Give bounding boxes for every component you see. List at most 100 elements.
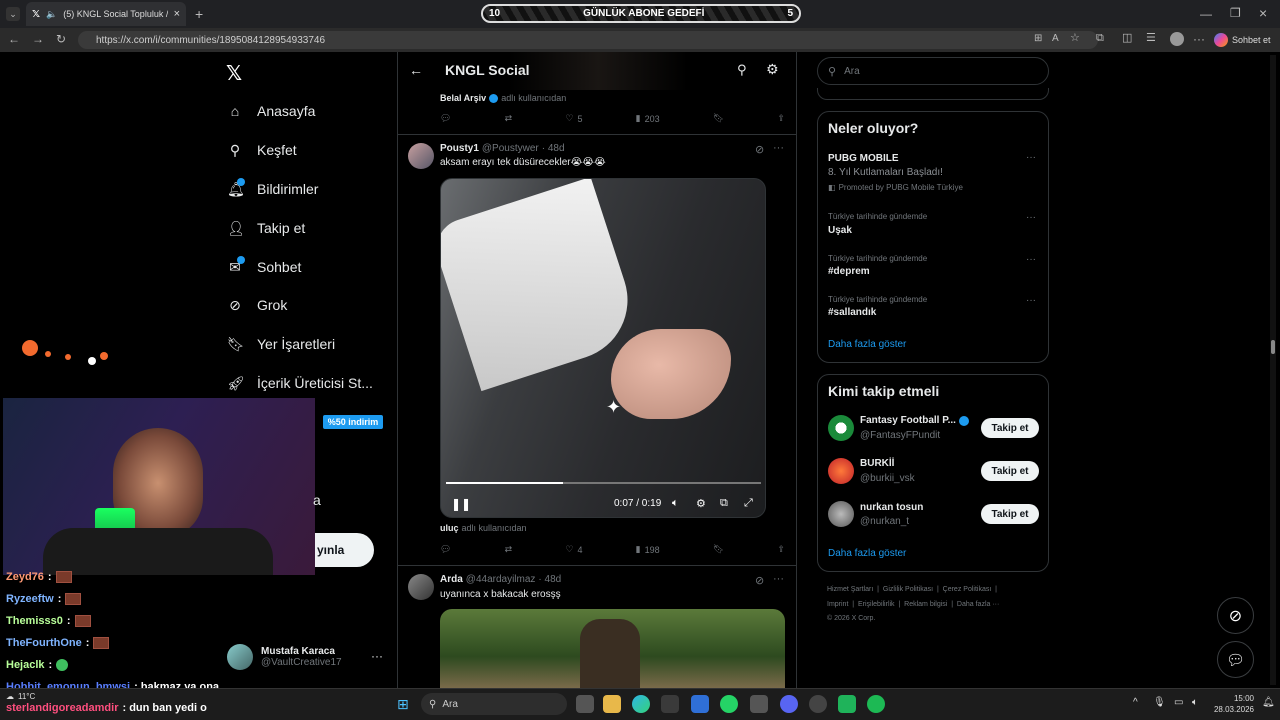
url-field[interactable]: https://x.com/i/communities/189508412895… (78, 31, 1098, 49)
trend-more-icon[interactable]: ··· (1026, 295, 1036, 306)
app-icon[interactable]: ⊞ (1034, 34, 1042, 44)
volume-icon[interactable]: 🔈︎ (672, 497, 679, 510)
avatar[interactable] (408, 574, 434, 600)
close-tab-icon[interactable]: × (174, 8, 180, 20)
like-button[interactable]: ♡ 4 (565, 544, 582, 555)
views-button[interactable]: ▮ 198 (636, 544, 660, 555)
nav-explore[interactable]: ⚲ Keşfet (227, 138, 297, 162)
community-search-icon[interactable]: ⚲ (737, 62, 747, 78)
active-tab[interactable]: 𝕏 🔈 (5) KNGL Social Topluluk / X × (26, 2, 186, 26)
account-more-icon[interactable]: ··· (371, 649, 383, 663)
forward-icon[interactable]: → (32, 33, 44, 45)
store-icon[interactable] (661, 695, 679, 713)
video-progress-track[interactable] (446, 482, 761, 484)
task-view-icon[interactable] (576, 695, 594, 713)
mail-app-icon[interactable] (691, 695, 709, 713)
maximize-icon[interactable]: ❐ (1230, 7, 1241, 19)
read-aloud-icon[interactable]: A (1052, 34, 1059, 44)
close-window-icon[interactable]: × (1259, 6, 1267, 20)
chat-floating-icon[interactable]: 💬︎ (1217, 641, 1254, 678)
x-logo-icon[interactable]: 𝕏 (226, 61, 242, 86)
fullscreen-icon[interactable]: ⤢ (744, 497, 753, 510)
trend-name[interactable]: #sallandık (828, 307, 876, 318)
post-more-icon[interactable]: ··· (773, 142, 784, 154)
follow-button[interactable]: Takip et (981, 461, 1039, 481)
follow-button[interactable]: Takip et (981, 418, 1039, 438)
post-button[interactable]: yınla (315, 533, 374, 567)
file-explorer-icon[interactable] (603, 695, 621, 713)
nav-creator-studio[interactable]: 🚀︎ İçerik Üreticisi St... (227, 371, 373, 395)
reply-icon[interactable]: 💬︎ (440, 113, 451, 124)
author-name[interactable]: Pousty1 (440, 143, 479, 154)
volume-tray-icon[interactable]: 🔈︎ (1192, 697, 1198, 708)
repost-source-name[interactable]: Belal Arşiv (440, 93, 486, 103)
nav-home[interactable]: ⌂ Anasayfa (227, 99, 316, 123)
scrollbar[interactable] (1270, 55, 1276, 685)
author-name[interactable]: Arda (440, 574, 463, 585)
grok-explain-icon[interactable]: ⊘ (755, 143, 764, 156)
windows-start-icon[interactable]: ⊞ (397, 696, 409, 713)
follow-button[interactable]: Takip et (981, 504, 1039, 524)
reply-icon[interactable]: 💬︎ (440, 544, 451, 555)
post-more-icon[interactable]: ··· (773, 573, 784, 585)
trend-more-icon[interactable]: ··· (1026, 152, 1036, 163)
repost-icon[interactable]: ⇄ (505, 544, 513, 555)
pause-icon[interactable]: ❚❚ (451, 497, 471, 511)
clock[interactable]: 15:00 28.03.2026 (1210, 693, 1254, 715)
new-tab-icon[interactable]: + (195, 7, 203, 21)
nav-bookmarks[interactable]: 🔖︎ Yer İşaretleri (227, 332, 335, 356)
back-icon[interactable]: ← (8, 33, 20, 45)
avatar[interactable] (828, 501, 854, 527)
bookmark-action-icon[interactable]: 🔖︎ (713, 113, 724, 124)
nav-grok[interactable]: ⊘ Grok (227, 293, 287, 317)
reload-icon[interactable]: ↻ (56, 33, 66, 45)
suggestion-name[interactable]: BURKİİ (860, 458, 894, 469)
weather-widget[interactable]: ☁ 11°C (6, 692, 35, 701)
trend-more-icon[interactable]: ··· (1026, 254, 1036, 265)
post-image[interactable] (440, 609, 785, 688)
avatar[interactable] (828, 458, 854, 484)
obs-icon[interactable] (809, 695, 827, 713)
promo-title[interactable]: PUBG MOBILE (828, 153, 899, 164)
app-icon[interactable] (838, 695, 856, 713)
split-screen-icon[interactable]: ◫ (1122, 33, 1132, 44)
search-input[interactable]: ⚲ Ara (817, 57, 1049, 85)
network-icon[interactable]: ▭ (1174, 697, 1183, 708)
extensions-icon[interactable]: ⧉ (1096, 33, 1104, 44)
avatar[interactable] (408, 143, 434, 169)
video-player[interactable]: ✦ ❚❚ 0:07 / 0:19 🔈︎ ⚙ ⧉ ⤢ (440, 178, 766, 518)
notifications-tray-icon[interactable]: 🔔︎ (1262, 697, 1275, 708)
video-settings-icon[interactable]: ⚙ (696, 497, 706, 510)
avatar[interactable] (828, 415, 854, 441)
spotify-icon[interactable] (867, 695, 885, 713)
who-show-more-link[interactable]: Daha fazla göster (828, 548, 906, 559)
suggestion-name[interactable]: nurkan tosun (860, 502, 923, 513)
share-icon[interactable]: ⇪ (777, 113, 785, 124)
minimize-icon[interactable]: — (1200, 8, 1212, 20)
trends-show-more-link[interactable]: Daha fazla göster (828, 339, 906, 350)
picture-in-picture-icon[interactable]: ⧉ (720, 497, 728, 510)
settings-gear-icon[interactable]: ⚙ (766, 61, 779, 78)
footer-links[interactable]: Hizmet Şartları | Gizlilik Politikası | … (827, 586, 997, 593)
nav-follow[interactable]: 👤︎ Takip et (227, 216, 305, 240)
scrollbar-thumb[interactable] (1271, 340, 1275, 354)
like-button[interactable]: ♡ 5 (565, 113, 582, 124)
favorites-bar-icon[interactable]: ☰ (1146, 33, 1156, 44)
taskbar-search[interactable]: ⚲ Ara (421, 693, 567, 715)
more-menu-icon[interactable]: ··· (1193, 33, 1205, 45)
app-icon[interactable] (750, 695, 768, 713)
whatsapp-icon[interactable] (720, 695, 738, 713)
back-arrow-icon[interactable]: ← (409, 62, 423, 78)
trend-name[interactable]: Uşak (828, 225, 852, 236)
share-icon[interactable]: ⇪ (777, 544, 785, 555)
trend-name[interactable]: #deprem (828, 266, 870, 277)
bookmark-action-icon[interactable]: 🔖︎ (713, 544, 724, 555)
profile-avatar-icon[interactable] (1170, 32, 1184, 46)
discord-icon[interactable] (780, 695, 798, 713)
repost-icon[interactable]: ⇄ (505, 113, 513, 124)
edge-browser-icon[interactable] (632, 695, 650, 713)
grok-floating-icon[interactable]: ⊘ (1217, 597, 1254, 634)
microphone-icon[interactable]: 🎙︎ (1153, 697, 1166, 708)
tray-chevron-icon[interactable]: ^ (1133, 697, 1138, 708)
footer-links[interactable]: Imprint | Erişilebilirlik | Reklam bilgi… (827, 601, 999, 608)
